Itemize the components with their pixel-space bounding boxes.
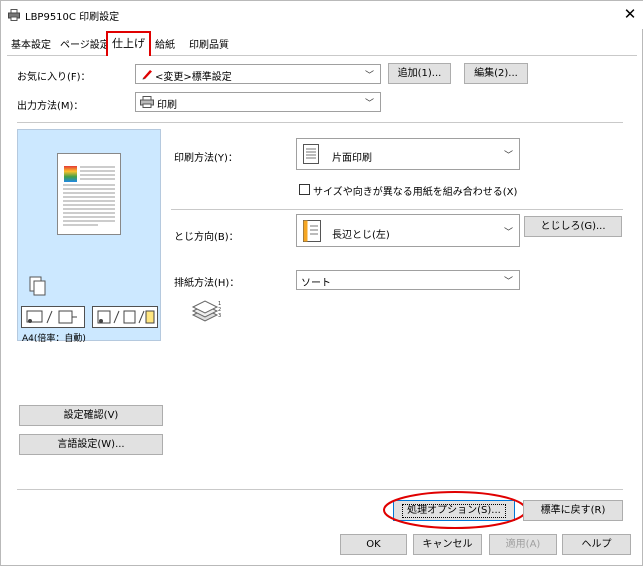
long-edge-left-icon: [303, 220, 321, 242]
copies-icon: [29, 276, 46, 296]
output-label: 出力方法(M)：: [17, 101, 84, 112]
chevron-down-icon: ﹀: [503, 151, 513, 161]
sort-output-icon: 1 2 3: [191, 300, 221, 322]
cancel-button[interactable]: キャンセル: [413, 534, 482, 555]
chevron-down-icon: ﹀: [364, 99, 374, 109]
print-settings-dialog: LBP9510C 印刷設定 ✕ 基本設定 ページ設定 仕上げ 給紙 印刷品質 お…: [0, 0, 643, 566]
output-method-select[interactable]: ソート ﹀: [296, 270, 520, 290]
favorites-label: お気に入り(F)：: [17, 72, 91, 83]
page-order-icon: [26, 310, 77, 324]
chevron-down-icon: ﹀: [503, 277, 513, 287]
tab-paper-source[interactable]: 給紙: [151, 38, 179, 55]
confirm-settings-button[interactable]: 設定確認(V): [19, 405, 163, 426]
section-divider: [171, 209, 623, 210]
binding-margin-button[interactable]: とじしろ(G)...: [524, 216, 622, 237]
section-divider: [17, 489, 623, 490]
favorites-value: <変更>標準設定: [155, 72, 232, 83]
output-select[interactable]: 印刷 ﹀: [135, 92, 381, 112]
language-settings-button[interactable]: 言語設定(W)...: [19, 434, 163, 455]
svg-text:3: 3: [218, 313, 221, 319]
printer-icon: [140, 96, 154, 108]
output-method-label: 排紙方法(H)：: [174, 278, 240, 289]
favorites-select[interactable]: <変更>標準設定 ﹀: [135, 64, 381, 84]
mix-paper-checkbox-label: サイズや向きが異なる用紙を組み合わせる(X): [313, 187, 518, 198]
ok-button[interactable]: OK: [340, 534, 407, 555]
binding-toggle-button[interactable]: [92, 306, 158, 328]
highlight-ellipse: [383, 491, 527, 529]
text-lines-graphic: [63, 166, 115, 226]
title-bar: LBP9510C 印刷設定 ✕: [1, 1, 643, 29]
tab-print-quality[interactable]: 印刷品質: [185, 38, 233, 55]
one-sided-page-icon: [303, 144, 319, 164]
page-preview: [57, 153, 121, 235]
chevron-down-icon: ﹀: [503, 228, 513, 238]
binding-value: 長辺とじ(左): [332, 230, 390, 241]
favorites-add-button[interactable]: 追加(1)...: [388, 63, 451, 84]
print-method-select[interactable]: 片面印刷 ﹀: [296, 138, 520, 170]
section-divider: [17, 122, 623, 123]
layout-toggle-button[interactable]: [21, 306, 85, 328]
restore-defaults-button[interactable]: 標準に戻す(R): [523, 500, 623, 521]
close-icon[interactable]: ✕: [622, 5, 638, 23]
print-method-value: 片面印刷: [332, 153, 372, 164]
apply-button[interactable]: 適用(A): [489, 534, 557, 555]
print-method-label: 印刷方法(Y)：: [174, 153, 238, 164]
tab-basic[interactable]: 基本設定: [7, 38, 55, 55]
help-button[interactable]: ヘルプ: [562, 534, 631, 555]
binding-label: とじ方向(B)：: [174, 232, 239, 243]
favorites-edit-button[interactable]: 編集(2)...: [464, 63, 528, 84]
pencil-icon: [142, 70, 152, 80]
tab-strip-divider: [7, 55, 637, 56]
binding-icon: [97, 310, 155, 324]
window-title: LBP9510C 印刷設定: [25, 12, 120, 23]
mix-paper-checkbox[interactable]: [299, 184, 310, 195]
output-value: 印刷: [157, 100, 177, 111]
binding-select[interactable]: 長辺とじ(左) ﹀: [296, 214, 520, 247]
chevron-down-icon: ﹀: [364, 71, 374, 81]
printer-icon: [8, 9, 20, 21]
output-method-value: ソート: [301, 278, 331, 289]
preview-caption: A4(倍率：自動): [22, 334, 86, 344]
tab-finishing[interactable]: 仕上げ: [106, 31, 151, 56]
